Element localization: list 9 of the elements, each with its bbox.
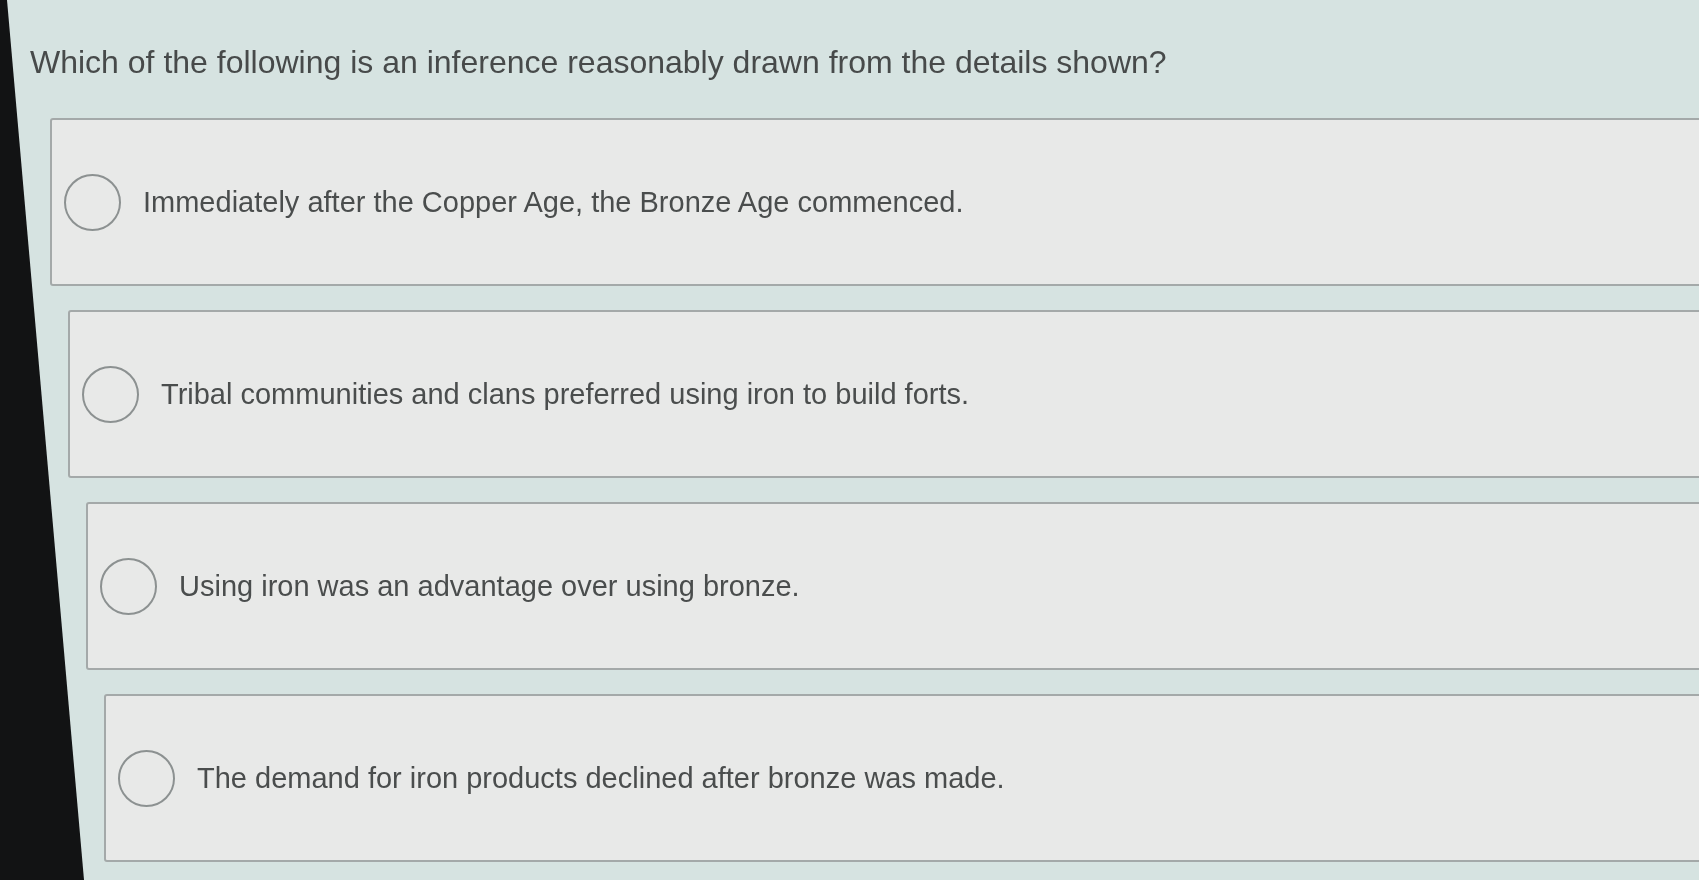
question-text: Which of the following is an inference reasonably drawn from the details shown? [30, 44, 1167, 80]
radio-button[interactable] [82, 365, 139, 423]
option-text: Tribal communities and clans preferred using iron to build forts. [161, 377, 970, 412]
radio-button[interactable] [118, 749, 175, 807]
option-text: Using iron was an advantage over using bronze. [179, 569, 800, 604]
radio-button[interactable] [100, 557, 157, 615]
option-text: The demand for iron products declined after bronze was made. [197, 761, 1005, 796]
option-text: Immediately after the Copper Age, the Bronze Age commenced. [143, 185, 964, 220]
radio-button[interactable] [64, 173, 121, 231]
